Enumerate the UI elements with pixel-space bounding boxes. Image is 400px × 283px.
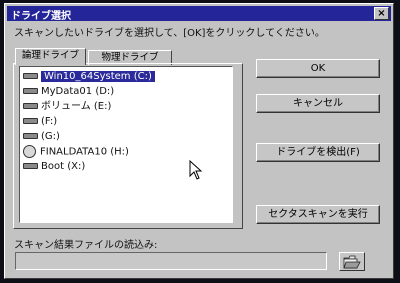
sector-scan-button[interactable]: セクタスキャンを実行 (256, 205, 380, 224)
drive-label: ボリューム (E:) (41, 101, 112, 112)
drive-item-e[interactable]: ボリューム (E:) (23, 100, 111, 114)
window-title: ドライブ選択 (11, 11, 71, 22)
drive-item-h[interactable]: FINALDATA10 (H:) (23, 145, 129, 159)
drive-item-f[interactable]: (F:) (23, 115, 57, 129)
drive-item-g[interactable]: (G:) (23, 130, 60, 144)
result-file-label: スキャン結果ファイルの読込み: (14, 240, 158, 251)
close-button[interactable]: × (374, 7, 389, 20)
detect-drives-button[interactable]: ドライブを検出(F) (256, 143, 380, 162)
tab-logical-drives[interactable]: 論理ドライブ (15, 48, 86, 65)
hard-drive-icon (23, 88, 38, 94)
drive-label: (F:) (41, 116, 58, 127)
browse-button[interactable] (339, 252, 365, 271)
drive-label: Win10_64System (C:) (41, 71, 155, 82)
drive-label: Boot (X:) (41, 161, 86, 172)
drive-item-d[interactable]: MyData01 (D:) (23, 85, 114, 99)
drive-item-c[interactable]: Win10_64System (C:) (23, 70, 155, 84)
drive-item-x[interactable]: Boot (X:) (23, 160, 85, 174)
drive-label: FINALDATA10 (H:) (40, 146, 129, 158)
cd-drive-icon (23, 145, 36, 158)
drive-list[interactable]: Win10_64System (C:) MyData01 (D:) ボリューム … (19, 66, 233, 223)
hard-drive-icon (23, 73, 38, 79)
hard-drive-icon (23, 163, 38, 169)
hard-drive-icon (23, 103, 38, 109)
folder-open-icon (343, 255, 361, 269)
drive-label: (G:) (41, 131, 60, 142)
hard-drive-icon (23, 118, 38, 124)
result-file-field[interactable] (15, 252, 327, 270)
title-bar[interactable]: ドライブ選択 × (7, 6, 391, 22)
drive-label: MyData01 (D:) (41, 86, 115, 97)
hard-drive-icon (23, 133, 38, 139)
instruction-text: スキャンしたいドライブを選択して、[OK]をクリックしてください。 (14, 28, 325, 39)
ok-button[interactable]: OK (256, 59, 380, 78)
mouse-pointer-icon (189, 160, 203, 180)
cancel-button[interactable]: キャンセル (256, 94, 380, 113)
